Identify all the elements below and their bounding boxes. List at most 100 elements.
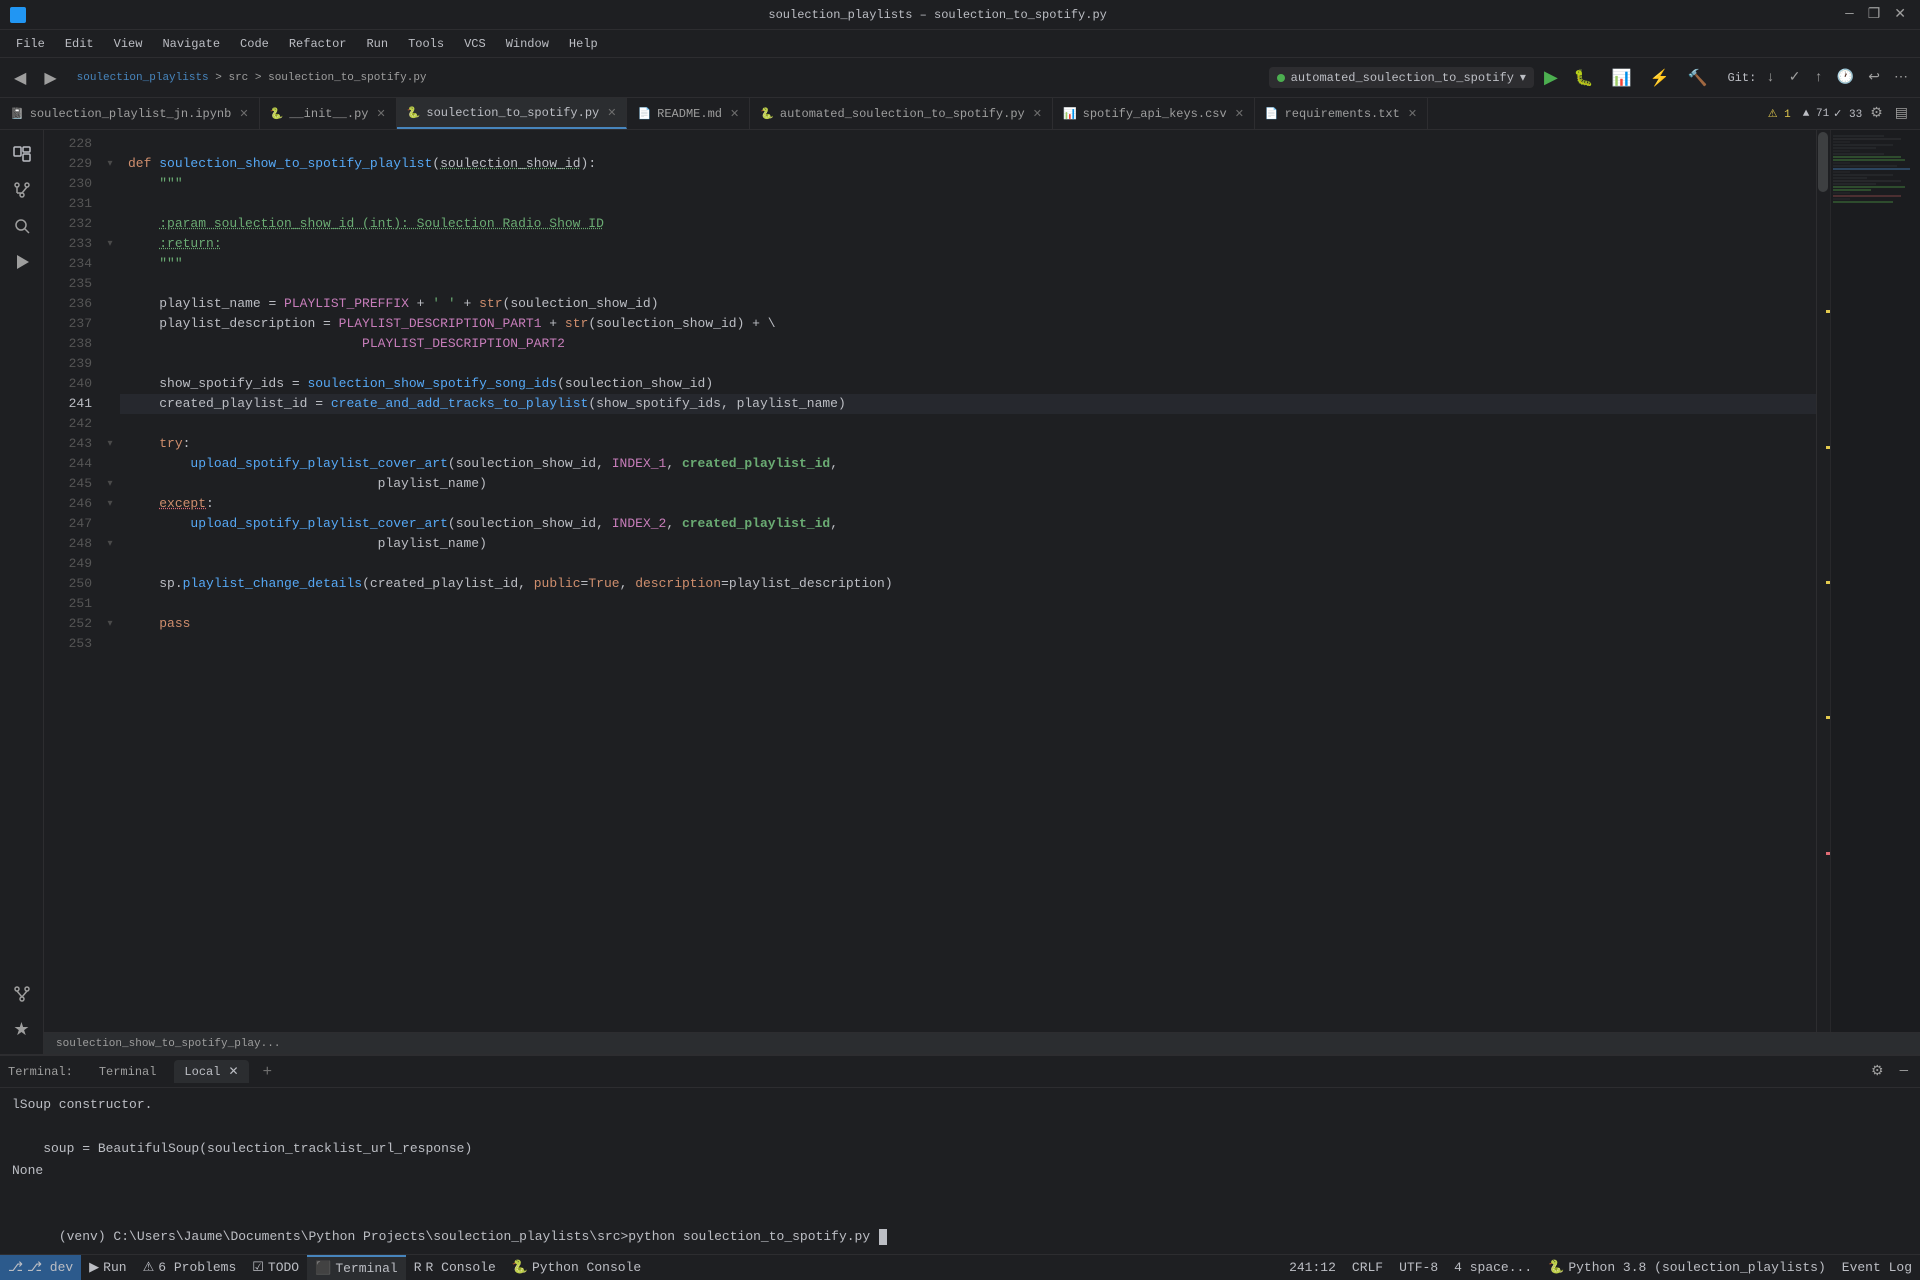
fold-246[interactable]: ▾ — [100, 494, 120, 514]
git-update-button[interactable]: ↓ — [1762, 68, 1778, 88]
fold-248[interactable]: ▾ — [100, 534, 120, 554]
tab-close-init[interactable]: ✕ — [376, 107, 385, 121]
warning-count[interactable]: ⚠ 1 — [1768, 107, 1791, 121]
event-log-item[interactable]: Event Log — [1834, 1255, 1920, 1280]
menu-vcs[interactable]: VCS — [456, 35, 494, 53]
line-ending-item[interactable]: CRLF — [1344, 1255, 1391, 1280]
title-bar: soulection_playlists – soulection_to_spo… — [0, 0, 1920, 30]
profile-button[interactable]: ⚡ — [1644, 64, 1676, 92]
window-controls[interactable]: — ❐ ✕ — [1841, 6, 1910, 23]
tab-close-automated[interactable]: ✕ — [1033, 107, 1042, 121]
tab-csv[interactable]: 📊 spotify_api_keys.csv ✕ — [1053, 98, 1255, 129]
project-name[interactable]: soulection_playlists — [77, 72, 209, 84]
terminal-tab-local-close[interactable]: ✕ — [228, 1064, 238, 1079]
code-container[interactable]: 228 229 230 231 232 233 234 235 236 237 … — [44, 130, 1920, 1032]
coverage-button[interactable]: 📊 — [1606, 64, 1638, 92]
git-push-button[interactable]: ↑ — [1810, 68, 1826, 88]
tab-close-ipynb[interactable]: ✕ — [239, 107, 248, 121]
code-line-242 — [120, 414, 1816, 434]
minimize-button[interactable]: — — [1841, 6, 1857, 23]
git-branch-item[interactable]: ⎇ ⎇ dev — [0, 1255, 81, 1280]
fold-229[interactable]: ▾ — [100, 154, 120, 174]
run-status-icon: ▶ — [89, 1260, 99, 1275]
menu-tools[interactable]: Tools — [400, 35, 452, 53]
tab-close-readme[interactable]: ✕ — [730, 107, 739, 121]
code-content[interactable]: def soulection_show_to_spotify_playlist(… — [120, 130, 1816, 1032]
editor-split[interactable]: ▤ — [1891, 105, 1912, 122]
activity-run-icon[interactable] — [6, 246, 38, 278]
fold-240 — [100, 374, 120, 394]
terminal-line-6: (venv) C:\Users\Jaume\Documents\Python P… — [12, 1204, 1908, 1254]
code-line-246: except: — [120, 494, 1816, 514]
run-config-selector[interactable]: automated_soulection_to_spotify ▾ — [1269, 67, 1534, 88]
tab-ipynb[interactable]: 📓 soulection_playlist_jn.ipynb ✕ — [0, 98, 260, 129]
code-line-252: pass — [120, 614, 1816, 634]
tab-icon-automated: 🐍 — [760, 107, 774, 121]
git-more-button[interactable]: ⋯ — [1890, 67, 1912, 88]
activity-vcs-icon[interactable] — [6, 174, 38, 206]
tab-close-requirements[interactable]: ✕ — [1408, 107, 1417, 121]
current-file-path[interactable]: soulection_to_spotify.py — [268, 72, 426, 84]
fold-252[interactable]: ▾ — [100, 614, 120, 634]
menu-run[interactable]: Run — [358, 35, 396, 53]
terminal-minimize-button[interactable]: — — [1896, 1061, 1912, 1082]
git-revert-button[interactable]: ↩ — [1864, 67, 1884, 88]
r-console-item[interactable]: R R Console — [406, 1255, 504, 1280]
tab-label-main: soulection_to_spotify.py — [426, 106, 599, 120]
tab-main[interactable]: 🐍 soulection_to_spotify.py ✕ — [397, 98, 628, 129]
editor-scrollbar[interactable] — [1816, 130, 1830, 1032]
menu-view[interactable]: View — [106, 35, 151, 53]
indent-item[interactable]: 4 space... — [1446, 1255, 1540, 1280]
close-button[interactable]: ✕ — [1890, 6, 1910, 23]
fold-245[interactable]: ▾ — [100, 474, 120, 494]
activity-git-icon[interactable] — [6, 978, 38, 1010]
line-num-238: 238 — [48, 334, 92, 354]
todo-item[interactable]: ☑ TODO — [244, 1255, 307, 1280]
terminal-item[interactable]: ⬛ Terminal — [307, 1255, 406, 1280]
maximize-button[interactable]: ❐ — [1864, 6, 1885, 23]
terminal-content[interactable]: lSoup constructor. soup = BeautifulSoup(… — [0, 1088, 1920, 1254]
terminal-settings-button[interactable]: ⚙ — [1867, 1061, 1888, 1082]
run-button[interactable]: ▶ — [1540, 65, 1562, 91]
activity-project-icon[interactable] — [6, 138, 38, 170]
fold-column: ▾ ▾ ▾ ▾ ▾ ▾ — [100, 130, 120, 1032]
tab-automated[interactable]: 🐍 automated_soulection_to_spotify.py ✕ — [750, 98, 1053, 129]
menu-code[interactable]: Code — [232, 35, 277, 53]
terminal-icon: ⬛ — [315, 1261, 331, 1276]
terminal-panel: Terminal: Terminal Local ✕ + ⚙ — lSoup c… — [0, 1054, 1920, 1254]
main-layout: ★ 228 229 230 231 232 233 234 235 236 23… — [0, 130, 1920, 1054]
python-console-item[interactable]: 🐍 Python Console — [504, 1255, 649, 1280]
tab-init[interactable]: 🐍 __init__.py ✕ — [260, 98, 397, 129]
git-history-button[interactable]: 🕐 — [1833, 67, 1858, 88]
language-item[interactable]: 🐍 Python 3.8 (soulection_playlists) — [1540, 1255, 1834, 1280]
menu-file[interactable]: File — [8, 35, 53, 53]
activity-find-icon[interactable] — [6, 210, 38, 242]
menu-help[interactable]: Help — [561, 35, 606, 53]
tab-readme[interactable]: 📄 README.md ✕ — [627, 98, 750, 129]
terminal-tab-terminal[interactable]: Terminal — [89, 1061, 167, 1083]
editor-settings[interactable]: ⚙ — [1866, 105, 1887, 122]
src-folder[interactable]: src — [228, 72, 248, 84]
problems-item[interactable]: ⚠ 6 Problems — [135, 1255, 245, 1280]
build-button[interactable]: 🔨 — [1682, 64, 1714, 92]
terminal-tab-bar: Terminal: Terminal Local ✕ + ⚙ — — [0, 1056, 1920, 1088]
forward-button[interactable]: ▶ — [38, 64, 62, 92]
run-button-status[interactable]: ▶ Run — [81, 1255, 134, 1280]
tab-close-csv[interactable]: ✕ — [1235, 107, 1244, 121]
fold-247 — [100, 514, 120, 534]
function-hint: soulection_show_to_spotify_play... — [56, 1038, 280, 1050]
menu-window[interactable]: Window — [498, 35, 557, 53]
back-button[interactable]: ◀ — [8, 64, 32, 92]
tab-close-main[interactable]: ✕ — [607, 106, 616, 120]
menu-refactor[interactable]: Refactor — [281, 35, 355, 53]
fold-243[interactable]: ▾ — [100, 434, 120, 454]
terminal-add-tab-button[interactable]: + — [257, 1061, 279, 1083]
menu-navigate[interactable]: Navigate — [154, 35, 228, 53]
tab-requirements[interactable]: 📄 requirements.txt ✕ — [1255, 98, 1428, 129]
menu-edit[interactable]: Edit — [57, 35, 102, 53]
activity-favorites-icon[interactable]: ★ — [6, 1014, 38, 1046]
debug-button[interactable]: 🐛 — [1568, 64, 1600, 92]
encoding-item[interactable]: UTF-8 — [1391, 1255, 1446, 1280]
git-check-button[interactable]: ✓ — [1785, 67, 1805, 88]
fold-233[interactable]: ▾ — [100, 234, 120, 254]
